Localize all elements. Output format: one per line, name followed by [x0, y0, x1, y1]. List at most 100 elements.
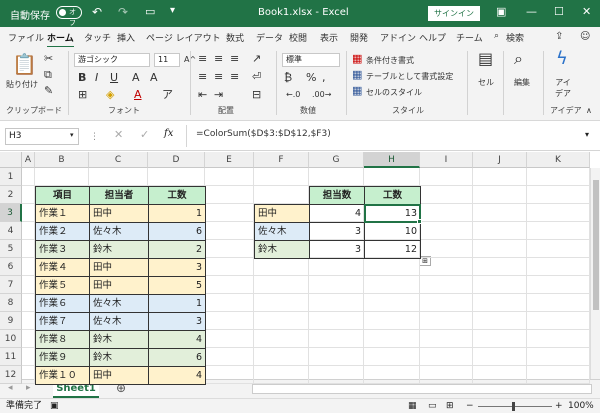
table1-cell[interactable]: 佐々木 [89, 222, 149, 241]
row-header-9[interactable]: 9 [0, 312, 22, 330]
table1-header[interactable]: 工数 [148, 186, 206, 205]
table1-cell[interactable]: 鈴木 [89, 240, 149, 259]
align-left-icon[interactable]: ≡ [198, 71, 207, 83]
cell[interactable] [254, 366, 309, 384]
cell[interactable] [473, 312, 527, 330]
align-bottom-icon[interactable]: ≡ [230, 53, 239, 65]
table1-cell[interactable]: 2 [148, 240, 206, 259]
cell[interactable] [364, 276, 420, 294]
row-header-2[interactable]: 2 [0, 186, 22, 204]
column-header-e[interactable]: E [205, 152, 254, 168]
font-size-select[interactable]: 11 [154, 53, 180, 67]
row-header-3[interactable]: 3 [0, 204, 22, 222]
fill-color-icon[interactable]: ◈ [106, 89, 114, 101]
table2-cell[interactable]: 10 [364, 222, 421, 241]
cell[interactable] [364, 312, 420, 330]
close-icon[interactable]: ✕ [582, 5, 591, 18]
cell[interactable] [254, 330, 309, 348]
cell[interactable] [205, 366, 254, 384]
cell[interactable] [364, 348, 420, 366]
cell[interactable] [473, 294, 527, 312]
cell[interactable] [420, 366, 473, 384]
tab-developer[interactable]: 開発 [350, 31, 368, 44]
font-grow-icon[interactable]: A [132, 72, 140, 84]
cell[interactable] [420, 204, 473, 222]
zoom-in-icon[interactable]: + [555, 399, 563, 413]
tab-help[interactable]: ヘルプ [419, 31, 446, 44]
cell[interactable] [205, 312, 254, 330]
cell[interactable] [309, 168, 364, 186]
fill-handle[interactable] [417, 219, 422, 224]
table1-cell[interactable]: 鈴木 [89, 348, 149, 367]
cell[interactable] [420, 258, 473, 276]
tab-search[interactable]: 検索 [506, 31, 524, 44]
row-header-11[interactable]: 11 [0, 348, 22, 366]
cell[interactable] [205, 348, 254, 366]
cell[interactable] [22, 240, 35, 258]
row-header-6[interactable]: 6 [0, 258, 22, 276]
table1-cell[interactable]: 田中 [89, 366, 149, 385]
name-box-dropdown-icon[interactable]: ▾ [70, 131, 74, 139]
cell[interactable] [420, 186, 473, 204]
share-icon[interactable]: ⇪ [555, 31, 563, 42]
table1-cell[interactable]: 作業８ [35, 330, 90, 349]
cell[interactable] [205, 168, 254, 186]
row-header-4[interactable]: 4 [0, 222, 22, 240]
orientation-icon[interactable]: ↗ [252, 53, 261, 65]
cell[interactable] [364, 366, 420, 384]
zoom-out-icon[interactable]: − [466, 399, 474, 413]
page-layout-view-icon[interactable]: ▭ [428, 399, 437, 413]
cell[interactable] [527, 258, 590, 276]
column-header-f[interactable]: F [254, 152, 309, 168]
vertical-scrollbar[interactable] [590, 168, 600, 379]
maximize-icon[interactable]: ☐ [554, 5, 564, 18]
tab-formulas[interactable]: 数式 [226, 31, 244, 44]
cell[interactable] [420, 294, 473, 312]
cut-icon[interactable]: ✂ [44, 53, 53, 65]
table1-cell[interactable]: 田中 [89, 258, 149, 277]
paste-button[interactable]: 貼り付け [6, 79, 38, 90]
row-header-8[interactable]: 8 [0, 294, 22, 312]
cell[interactable] [205, 186, 254, 204]
tab-data[interactable]: データ [256, 31, 283, 44]
cell[interactable] [254, 168, 309, 186]
format-table-icon[interactable]: ▦ [352, 69, 362, 81]
cell[interactable] [205, 222, 254, 240]
tab-review[interactable]: 校閲 [289, 31, 307, 44]
table1-cell[interactable]: 3 [148, 258, 206, 277]
currency-icon[interactable]: ₿ [284, 72, 292, 84]
cell[interactable] [22, 168, 35, 186]
tab-home[interactable]: ホーム [47, 31, 74, 48]
cells-button[interactable]: セル [478, 77, 494, 88]
select-all-corner[interactable] [0, 152, 22, 168]
ideas-icon[interactable]: ϟ [556, 50, 568, 68]
increase-indent-icon[interactable]: ⇥ [214, 89, 223, 101]
editing-icon[interactable]: ⌕ [514, 51, 523, 67]
cell-styles-button[interactable]: セルのスタイル [366, 87, 422, 98]
copy-icon[interactable]: ⧉ [44, 69, 52, 81]
cell[interactable] [22, 258, 35, 276]
table1-cell[interactable]: 作業１ [35, 204, 90, 223]
formula-input[interactable]: =ColorSum($D$3:$D$12,$F3) [196, 129, 331, 139]
cell[interactable] [205, 276, 254, 294]
table1-cell[interactable]: 作業２ [35, 222, 90, 241]
cell[interactable] [254, 348, 309, 366]
redo-icon[interactable]: ↷ [118, 5, 128, 19]
decrease-indent-icon[interactable]: ⇤ [198, 89, 207, 101]
underline-icon[interactable]: U [110, 72, 118, 84]
phonetic-icon[interactable]: ア [162, 89, 173, 101]
cell[interactable] [22, 294, 35, 312]
cell[interactable] [473, 348, 527, 366]
cell[interactable] [205, 240, 254, 258]
cell[interactable] [205, 330, 254, 348]
cell[interactable] [254, 186, 309, 204]
tab-touch[interactable]: タッチ [84, 31, 111, 44]
editing-button[interactable]: 編集 [514, 77, 530, 88]
table1-header[interactable]: 担当者 [89, 186, 149, 205]
cell[interactable] [527, 186, 590, 204]
paste-icon[interactable]: 📋 [12, 53, 37, 75]
insert-function-icon[interactable]: fx [164, 128, 173, 139]
cell[interactable] [473, 186, 527, 204]
cell[interactable] [527, 240, 590, 258]
conditional-format-icon[interactable]: ▦ [352, 53, 362, 65]
